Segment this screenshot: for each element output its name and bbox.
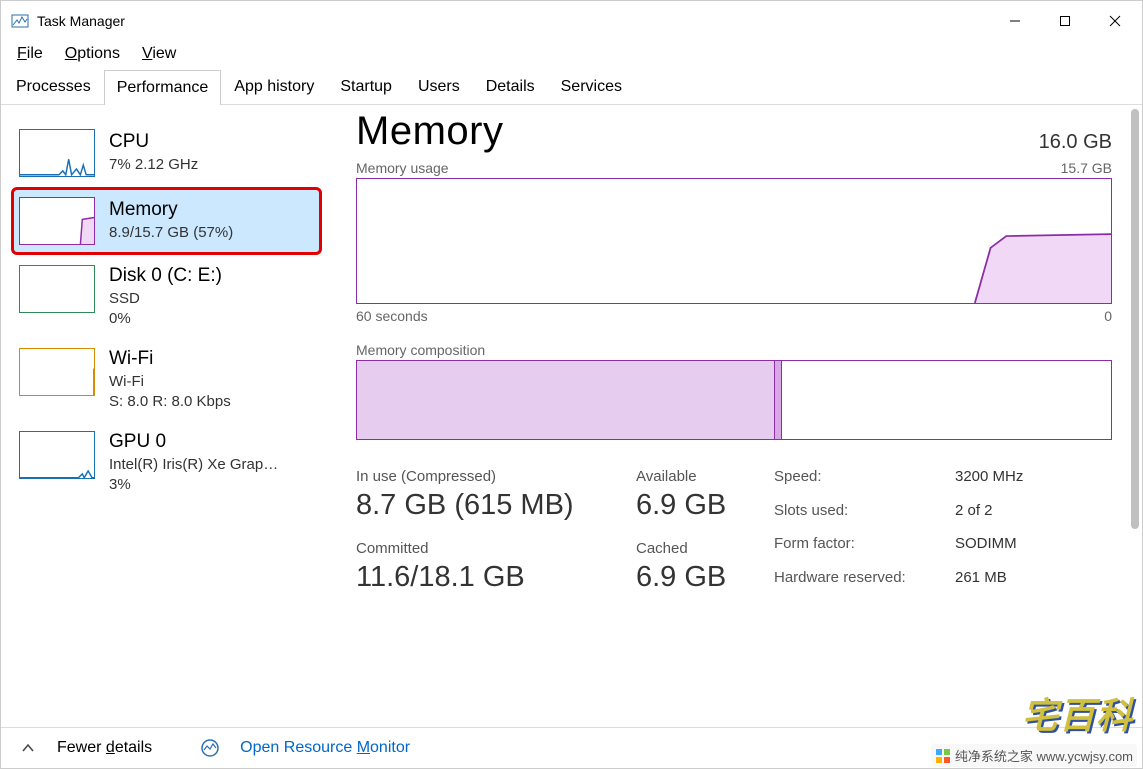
hwreserved-label: Hardware reserved: xyxy=(774,569,949,595)
resource-monitor-icon xyxy=(200,738,220,758)
disk-thumb-icon xyxy=(19,265,95,313)
menu-options[interactable]: Options xyxy=(65,45,120,63)
tab-startup[interactable]: Startup xyxy=(327,69,405,104)
sidebar-memory-sub: 8.9/15.7 GB (57%) xyxy=(109,223,233,243)
sidebar-item-memory[interactable]: Memory 8.9/15.7 GB (57%) xyxy=(11,187,322,255)
tab-services[interactable]: Services xyxy=(548,69,635,104)
sidebar-wifi-sub2: S: 8.0 R: 8.0 Kbps xyxy=(109,392,231,412)
slots-value: 2 of 2 xyxy=(955,502,1023,528)
composition-label: Memory composition xyxy=(356,342,1112,358)
sidebar-cpu-sub: 7% 2.12 GHz xyxy=(109,155,198,175)
page-title: Memory xyxy=(356,109,503,154)
memory-total: 16.0 GB xyxy=(1039,131,1112,154)
cached-value: 6.9 GB xyxy=(636,561,746,594)
footer: Fewer details Open Resource Monitor xyxy=(1,727,1142,768)
tab-processes[interactable]: Processes xyxy=(3,69,104,104)
sidebar-item-wifi[interactable]: Wi-Fi Wi-Fi S: 8.0 R: 8.0 Kbps xyxy=(11,338,322,421)
menu-file[interactable]: File xyxy=(17,45,43,63)
speed-label: Speed: xyxy=(774,468,949,494)
sidebar-item-cpu[interactable]: CPU 7% 2.12 GHz xyxy=(11,119,322,187)
available-label: Available xyxy=(636,468,746,485)
inuse-label: In use (Compressed) xyxy=(356,468,618,485)
chevron-up-icon[interactable] xyxy=(19,739,37,757)
open-resource-monitor-link[interactable]: Open Resource Monitor xyxy=(240,739,410,757)
formfactor-label: Form factor: xyxy=(774,535,949,561)
formfactor-value: SODIMM xyxy=(955,535,1023,561)
sidebar-disk-sub2: 0% xyxy=(109,309,222,329)
content-scrollbar[interactable] xyxy=(1126,105,1142,727)
wifi-thumb-icon xyxy=(19,348,95,396)
window-title: Task Manager xyxy=(37,13,125,29)
sidebar-cpu-title: CPU xyxy=(109,131,198,153)
memory-composition-chart xyxy=(356,360,1112,440)
sidebar-gpu-sub2: 3% xyxy=(109,475,278,495)
inuse-value: 8.7 GB (615 MB) xyxy=(356,489,618,522)
sidebar-item-gpu[interactable]: GPU 0 Intel(R) Iris(R) Xe Grap… 3% xyxy=(11,421,322,504)
minimize-button[interactable] xyxy=(990,1,1040,41)
usage-chart-xleft: 60 seconds xyxy=(356,308,428,324)
maximize-button[interactable] xyxy=(1040,1,1090,41)
committed-label: Committed xyxy=(356,540,618,557)
cached-label: Cached xyxy=(636,540,746,557)
memory-usage-chart xyxy=(356,178,1112,304)
sidebar-item-disk[interactable]: Disk 0 (C: E:) SSD 0% xyxy=(11,255,322,338)
sidebar-disk-sub1: SSD xyxy=(109,289,222,309)
comp-seg-inuse xyxy=(357,361,775,439)
app-icon xyxy=(11,12,29,30)
tab-details[interactable]: Details xyxy=(473,69,548,104)
committed-value: 11.6/18.1 GB xyxy=(356,561,618,594)
sidebar-disk-title: Disk 0 (C: E:) xyxy=(109,265,222,287)
sidebar-memory-title: Memory xyxy=(109,199,233,221)
memory-thumb-icon xyxy=(19,197,95,245)
available-value: 6.9 GB xyxy=(636,489,746,522)
usage-chart-label: Memory usage xyxy=(356,160,449,176)
speed-value: 3200 MHz xyxy=(955,468,1023,494)
hwreserved-value: 261 MB xyxy=(955,569,1023,595)
comp-seg-standby xyxy=(782,361,1111,439)
close-button[interactable] xyxy=(1090,1,1140,41)
sidebar-gpu-title: GPU 0 xyxy=(109,431,278,453)
usage-chart-xright: 0 xyxy=(1104,308,1112,324)
titlebar: Task Manager xyxy=(1,1,1142,41)
performance-sidebar: CPU 7% 2.12 GHz Memory 8.9/15.7 GB (57%) xyxy=(1,105,326,727)
menubar: File Options View xyxy=(1,41,1142,69)
tab-app-history[interactable]: App history xyxy=(221,69,327,104)
slots-label: Slots used: xyxy=(774,502,949,528)
cpu-thumb-icon xyxy=(19,129,95,177)
fewer-details-button[interactable]: Fewer details xyxy=(57,739,152,757)
memory-detail-pane: Memory 16.0 GB Memory usage 15.7 GB 60 s… xyxy=(326,105,1142,727)
tab-strip: Processes Performance App history Startu… xyxy=(1,69,1142,105)
sidebar-wifi-sub1: Wi-Fi xyxy=(109,372,231,392)
tab-performance[interactable]: Performance xyxy=(104,70,222,105)
gpu-thumb-icon xyxy=(19,431,95,479)
usage-chart-ymax: 15.7 GB xyxy=(1061,160,1112,176)
comp-seg-modified xyxy=(775,361,783,439)
menu-view[interactable]: View xyxy=(142,45,176,63)
sidebar-gpu-sub1: Intel(R) Iris(R) Xe Grap… xyxy=(109,455,278,475)
tab-users[interactable]: Users xyxy=(405,69,473,104)
sidebar-wifi-title: Wi-Fi xyxy=(109,348,231,370)
